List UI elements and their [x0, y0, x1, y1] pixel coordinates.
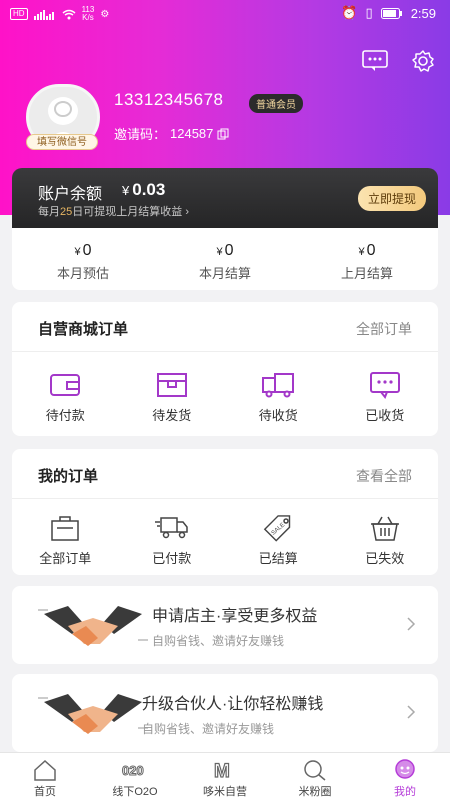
promo-upgrade-partner[interactable]: 升级合伙人·让你轻松赚钱 自购省钱、邀请好友赚钱: [12, 674, 438, 752]
promo-subtitle: 自购省钱、邀请好友赚钱: [142, 722, 275, 736]
balance-card: 账户余额 ¥0.03 每月25日可提现上月结算收益 › 立即提现: [12, 168, 438, 228]
vibrate-icon: ▯: [365, 5, 373, 20]
handshake-icon: [38, 606, 148, 646]
tab-mine[interactable]: 我的: [360, 753, 450, 800]
search-circle-icon: [304, 760, 326, 781]
my-orders-title: 我的订单: [38, 468, 99, 485]
chat-icon: [369, 372, 400, 399]
bag-icon: [51, 516, 79, 541]
truck-icon: [262, 373, 295, 398]
all-orders-link[interactable]: 全部订单: [356, 319, 412, 339]
battery-icon: [380, 7, 402, 19]
invite-code: 124587: [170, 126, 214, 141]
message-icon: [362, 50, 388, 71]
mall-pending-payment[interactable]: 待付款: [12, 352, 119, 436]
bottom-tab-bar: 首页 020 线下O2O M 哆米自营 米粉圈 我的: [0, 752, 450, 800]
chevron-right-icon: [407, 705, 416, 719]
stat-last-month-settled[interactable]: ¥0 上月结算: [296, 228, 438, 290]
balance-amount: ¥0.03: [122, 180, 166, 199]
promo-subtitle: 自购省钱、邀请好友赚钱: [152, 634, 285, 648]
copy-icon[interactable]: [217, 128, 229, 140]
clock-time: 2:59: [410, 5, 436, 21]
earnings-stats: ¥0 本月预估 ¥0 本月结算 ¥0 上月结算: [12, 228, 438, 290]
invite-label: 邀请码：: [114, 127, 167, 142]
o2o-icon: 020: [122, 763, 145, 779]
balance-title: 账户余额: [38, 186, 103, 203]
gear-icon: [412, 50, 434, 72]
home-icon: [34, 759, 56, 781]
mall-received[interactable]: 已收货: [332, 352, 439, 436]
view-all-link[interactable]: 查看全部: [356, 466, 412, 486]
invite-code-row: 邀请码： 124587: [114, 124, 229, 143]
delivery-icon: [154, 517, 188, 539]
tab-self-mall[interactable]: M 哆米自营: [180, 753, 270, 800]
settled-orders[interactable]: SALE 已结算: [225, 499, 332, 583]
paid-orders[interactable]: 已付款: [119, 499, 226, 583]
settings-button[interactable]: [410, 48, 436, 74]
stat-this-month-estimate[interactable]: ¥0 本月预估: [12, 228, 154, 290]
notification-icon: ⚙: [100, 8, 110, 20]
message-button[interactable]: [362, 48, 388, 74]
expired-orders[interactable]: 已失效: [332, 499, 439, 583]
profile-icon: [395, 759, 415, 779]
all-orders[interactable]: 全部订单: [12, 499, 119, 583]
mall-orders-title: 自营商城订单: [38, 321, 129, 338]
sale-tag-icon: SALE: [264, 515, 291, 542]
phone-number: 13312345678: [114, 90, 224, 109]
withdraw-button[interactable]: 立即提现: [357, 186, 426, 211]
wallet-icon: [50, 374, 81, 396]
handshake-icon: [38, 694, 148, 734]
alarm-icon: ⏰: [341, 5, 358, 20]
svg-text:020: 020: [122, 763, 144, 778]
tab-home[interactable]: 首页: [0, 753, 90, 800]
basket-icon: [370, 516, 399, 541]
wifi-icon: [62, 9, 76, 19]
promo-title: 升级合伙人·让你轻松赚钱: [142, 696, 324, 713]
box-icon: [156, 373, 187, 397]
mall-pending-shipment[interactable]: 待发货: [119, 352, 226, 436]
stat-this-month-settled[interactable]: ¥0 本月结算: [154, 228, 296, 290]
svg-text:M: M: [214, 761, 230, 780]
tab-o2o[interactable]: 020 线下O2O: [90, 753, 180, 800]
tab-fan-circle[interactable]: 米粉圈: [270, 753, 360, 800]
balance-note[interactable]: 每月25日可提现上月结算收益 ›: [38, 203, 189, 219]
my-orders-card: 我的订单 查看全部 全部订单 已付款 SALE 已结算 已失效: [12, 449, 438, 575]
mall-orders-card: 自营商城订单 全部订单 待付款 待发货 待收货 已收货: [12, 302, 438, 436]
mall-pending-receipt[interactable]: 待收货: [225, 352, 332, 436]
status-bar: HD 113 K/s ⚙ ⏰ ▯ 2:59: [0, 0, 450, 26]
chevron-right-icon: [407, 617, 416, 631]
promo-title: 申请店主·享受更多权益: [152, 608, 318, 625]
fill-wechat-badge[interactable]: 填写微信号: [26, 134, 98, 150]
net-speed: 113 K/s: [81, 5, 95, 22]
signal-icon: [33, 9, 54, 20]
promo-apply-shopowner[interactable]: 申请店主·享受更多权益 自购省钱、邀请好友赚钱: [12, 586, 438, 664]
member-level-badge: 普通会员: [249, 94, 303, 113]
hd-badge: HD: [10, 8, 28, 20]
chevron-right-icon: ›: [185, 206, 189, 218]
svg-text:SALE: SALE: [271, 522, 287, 536]
m-logo-icon: M: [213, 760, 230, 780]
